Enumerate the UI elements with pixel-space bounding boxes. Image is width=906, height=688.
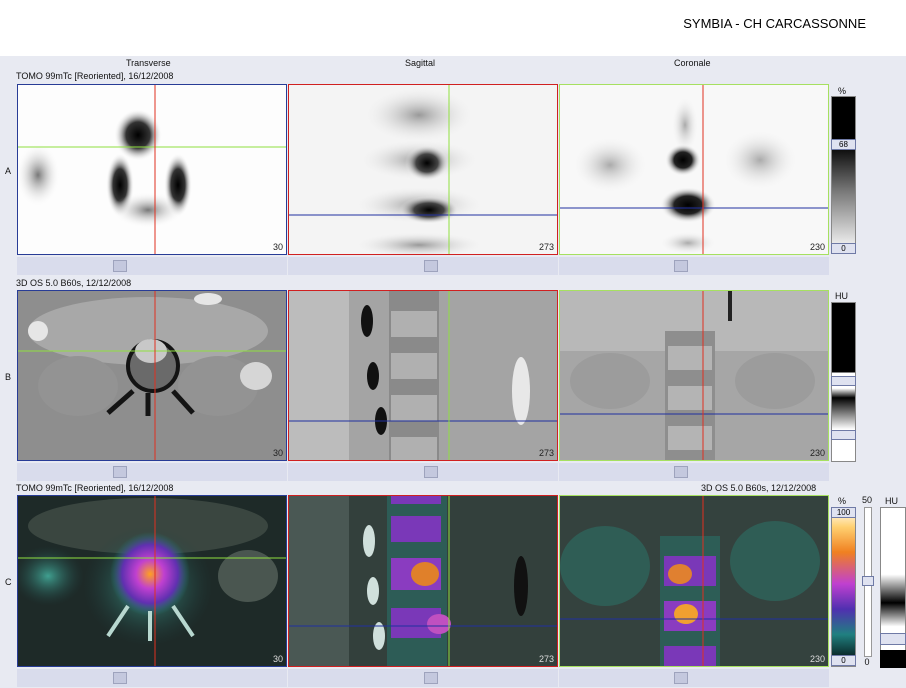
scrollbar-thumb[interactable] [424, 672, 438, 684]
scale-min-marker-c[interactable]: 0 [831, 655, 856, 666]
view-title-coronal: Coronale [674, 58, 711, 68]
slice-scrollbar-c-coronal[interactable] [559, 669, 829, 687]
scrollbar-thumb[interactable] [674, 672, 688, 684]
viewport-a-transverse[interactable]: 30 [17, 84, 287, 255]
blend-slider-thumb[interactable] [862, 576, 874, 586]
slice-number: 230 [809, 448, 825, 458]
spect-transverse-image [18, 85, 286, 254]
scale-unit-c: % [838, 496, 847, 506]
scale-min-marker-a[interactable]: 0 [831, 243, 856, 254]
blend-slider-value: 50 [861, 495, 872, 505]
slice-scrollbar-b-sagittal[interactable] [288, 463, 558, 481]
slice-number: 30 [272, 448, 283, 458]
scrollbar-thumb[interactable] [113, 672, 127, 684]
row-letter-b: B [5, 372, 12, 382]
scrollbar-thumb[interactable] [424, 466, 438, 478]
row-letter-a: A [5, 166, 12, 176]
viewport-b-coronal[interactable]: 230 [559, 290, 829, 461]
scrollbar-thumb[interactable] [113, 466, 127, 478]
series-label-row-c: TOMO 99mTc [Reoriented], 16/12/2008 [16, 483, 174, 493]
slice-scrollbar-a-coronal[interactable] [559, 257, 829, 275]
hu-window-bottom-marker[interactable] [831, 430, 856, 440]
viewport-c-transverse[interactable]: 30 [17, 495, 287, 667]
viewport-b-sagittal[interactable]: 273 [288, 290, 558, 461]
title-bar: SYMBIA - CH CARCASSONNE [0, 0, 906, 56]
scale-max-marker-a[interactable]: 68 [831, 139, 856, 150]
viewport-a-sagittal[interactable]: 273 [288, 84, 558, 255]
scale-unit-c-right: HU [885, 496, 898, 506]
slice-number: 273 [538, 242, 554, 252]
slice-number: 273 [538, 654, 554, 664]
view-title-sagittal: Sagittal [405, 58, 436, 68]
slice-number: 30 [272, 242, 283, 252]
spect-sagittal-image [289, 85, 557, 254]
hu-window-top-marker[interactable] [831, 376, 856, 386]
fusion-sagittal-image [289, 496, 557, 666]
blend-slider-track[interactable] [862, 507, 874, 657]
ct-coronal-image [560, 291, 828, 460]
hu-window-marker-c[interactable] [880, 633, 906, 645]
ct-transverse-image [18, 291, 286, 460]
slice-number: 273 [538, 448, 554, 458]
app-title: SYMBIA - CH CARCASSONNE [683, 16, 866, 31]
slice-scrollbar-c-sagittal[interactable] [288, 669, 558, 687]
viewport-a-coronal[interactable]: 230 [559, 84, 829, 255]
slice-number: 30 [272, 654, 283, 664]
slice-scrollbar-c-transverse[interactable] [17, 669, 287, 687]
gray-colorbar-a[interactable] [831, 96, 856, 254]
slice-scrollbar-a-transverse[interactable] [17, 257, 287, 275]
hu-colorbar-c-bottom [880, 650, 906, 668]
scrollbar-thumb[interactable] [113, 260, 127, 272]
series-label-row-a: TOMO 99mTc [Reoriented], 16/12/2008 [16, 71, 174, 81]
viewport-c-sagittal[interactable]: 273 [288, 495, 558, 667]
slice-number: 230 [809, 242, 825, 252]
slice-number: 230 [809, 654, 825, 664]
blend-slider-min: 0 [864, 657, 870, 667]
scale-unit-b: HU [835, 291, 848, 301]
scale-unit-a: % [838, 86, 847, 96]
pet-colorbar-c[interactable] [831, 507, 856, 667]
scale-max-marker-c[interactable]: 100 [831, 507, 856, 518]
fusion-coronal-image [560, 496, 828, 666]
scrollbar-thumb[interactable] [674, 260, 688, 272]
viewport-c-coronal[interactable]: 230 [559, 495, 829, 667]
ct-sagittal-image [289, 291, 557, 460]
view-title-transverse: Transverse [126, 58, 171, 68]
spect-coronal-image [560, 85, 828, 254]
fusion-transverse-image [18, 496, 286, 666]
scrollbar-thumb[interactable] [424, 260, 438, 272]
row-letter-c: C [5, 577, 12, 587]
series-label-row-c-right: 3D OS 5.0 B60s, 12/12/2008 [701, 483, 817, 493]
scrollbar-thumb[interactable] [674, 466, 688, 478]
slice-scrollbar-a-sagittal[interactable] [288, 257, 558, 275]
slice-scrollbar-b-coronal[interactable] [559, 463, 829, 481]
slice-scrollbar-b-transverse[interactable] [17, 463, 287, 481]
series-label-row-b: 3D OS 5.0 B60s, 12/12/2008 [16, 278, 132, 288]
viewport-b-transverse[interactable]: 30 [17, 290, 287, 461]
